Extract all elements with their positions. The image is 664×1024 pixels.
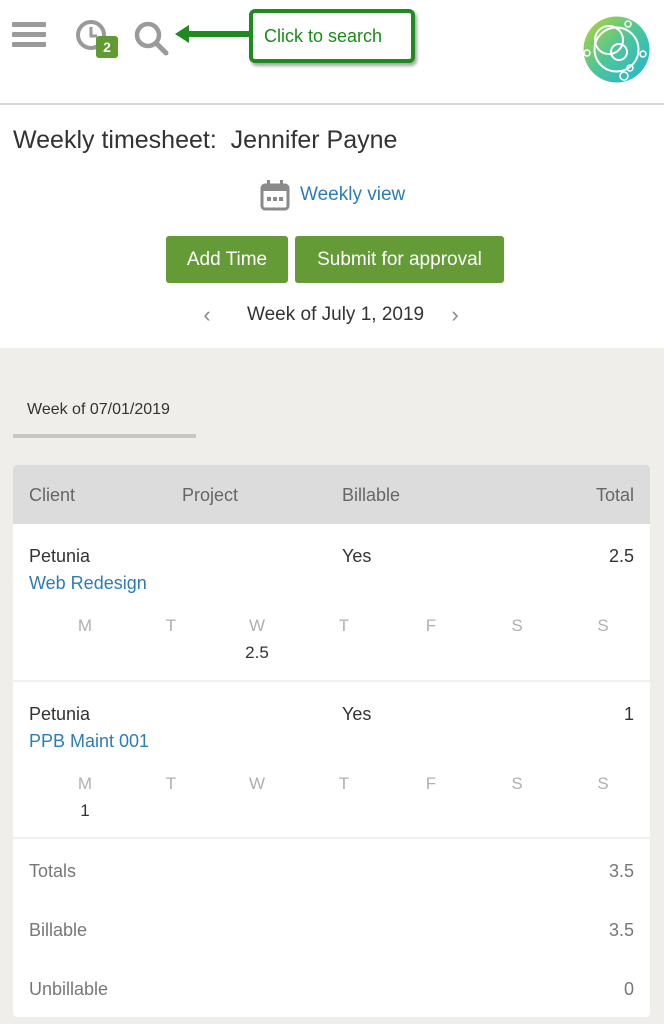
column-header-total: Total [595,485,634,505]
entry-total: 1 [623,704,634,724]
day-hours-wed: 2.5 [245,643,269,662]
day-label-sat: S [511,774,523,793]
entry-client: Petunia [29,546,91,566]
callout-arrow-icon [175,25,251,43]
summary-row-totals: Totals 3.5 [13,853,650,893]
day-breakdown: M T W T F S S 2.5 [29,616,649,666]
column-header-project: Project [182,485,239,505]
summary-value: 3.5 [608,920,634,940]
summary-label: Totals [29,861,77,881]
day-label-fri: F [425,616,437,635]
entry-billable: Yes [342,704,372,724]
column-header-client: Client [29,485,76,505]
day-label-tue: T [165,616,177,635]
day-label-sun: S [597,774,609,793]
table-header: Client Project Billable Total [13,465,650,524]
notification-badge: 2 [96,36,118,58]
previous-week-chevron-icon[interactable]: ‹ [195,302,219,328]
search-icon[interactable] [132,19,172,59]
entry-billable: Yes [342,546,372,566]
day-label-thu: T [338,774,350,793]
day-label-mon: M [77,774,93,793]
column-header-billable: Billable [342,485,401,505]
week-tab-label: Week of 07/01/2019 [27,401,170,418]
weekly-view-link[interactable]: Weekly view [260,178,405,212]
day-label-mon: M [77,616,93,635]
day-breakdown: M T W T F S S 1 [29,774,649,824]
day-label-thu: T [338,616,350,635]
add-time-button[interactable]: Add Time [166,236,288,283]
page-title: Weekly timesheet: Jennifer Payne [13,126,398,154]
calendar-icon [260,180,290,211]
summary-label: Unbillable [29,979,109,999]
day-hours-mon: 1 [80,801,90,820]
summary-value: 3.5 [608,861,634,881]
entry-total: 2.5 [608,546,634,566]
top-bar: 2 Click to search [0,0,664,105]
weekly-view-label: Weekly view [300,184,406,205]
day-label-wed: W [248,774,266,793]
timesheet-table: Client Project Billable Total Petunia Ye… [13,465,650,1017]
week-navigation: ‹ Week of July 1, 2019 › [0,300,664,330]
next-week-chevron-icon[interactable]: › [443,302,467,328]
summary-value: 0 [623,979,634,999]
table-row: Petunia Yes 2.5 Web Redesign M T W T F S… [13,524,650,682]
hamburger-menu-icon[interactable] [12,22,46,48]
app-logo-icon [583,16,650,83]
tab-underline [13,434,196,438]
summary-row-billable: Billable 3.5 [13,912,650,952]
entry-client: Petunia [29,704,91,724]
tab-week-of-07-01-2019[interactable]: Week of 07/01/2019 [13,388,196,438]
entry-project-link[interactable]: Web Redesign [29,573,147,594]
week-label: Week of July 1, 2019 [247,304,425,325]
day-label-sun: S [597,616,609,635]
day-label-fri: F [425,774,437,793]
day-label-tue: T [165,774,177,793]
search-hint-callout: Click to search [249,9,415,63]
day-label-wed: W [248,616,266,635]
entry-project-link[interactable]: PPB Maint 001 [29,731,149,752]
day-label-sat: S [511,616,523,635]
summary-label: Billable [29,920,88,940]
summary-row-unbillable: Unbillable 0 [13,971,650,1011]
submit-for-approval-button[interactable]: Submit for approval [295,236,504,283]
table-row: Petunia Yes 1 PPB Maint 001 M T W T F S … [13,682,650,839]
timer-button[interactable]: 2 [74,18,120,60]
